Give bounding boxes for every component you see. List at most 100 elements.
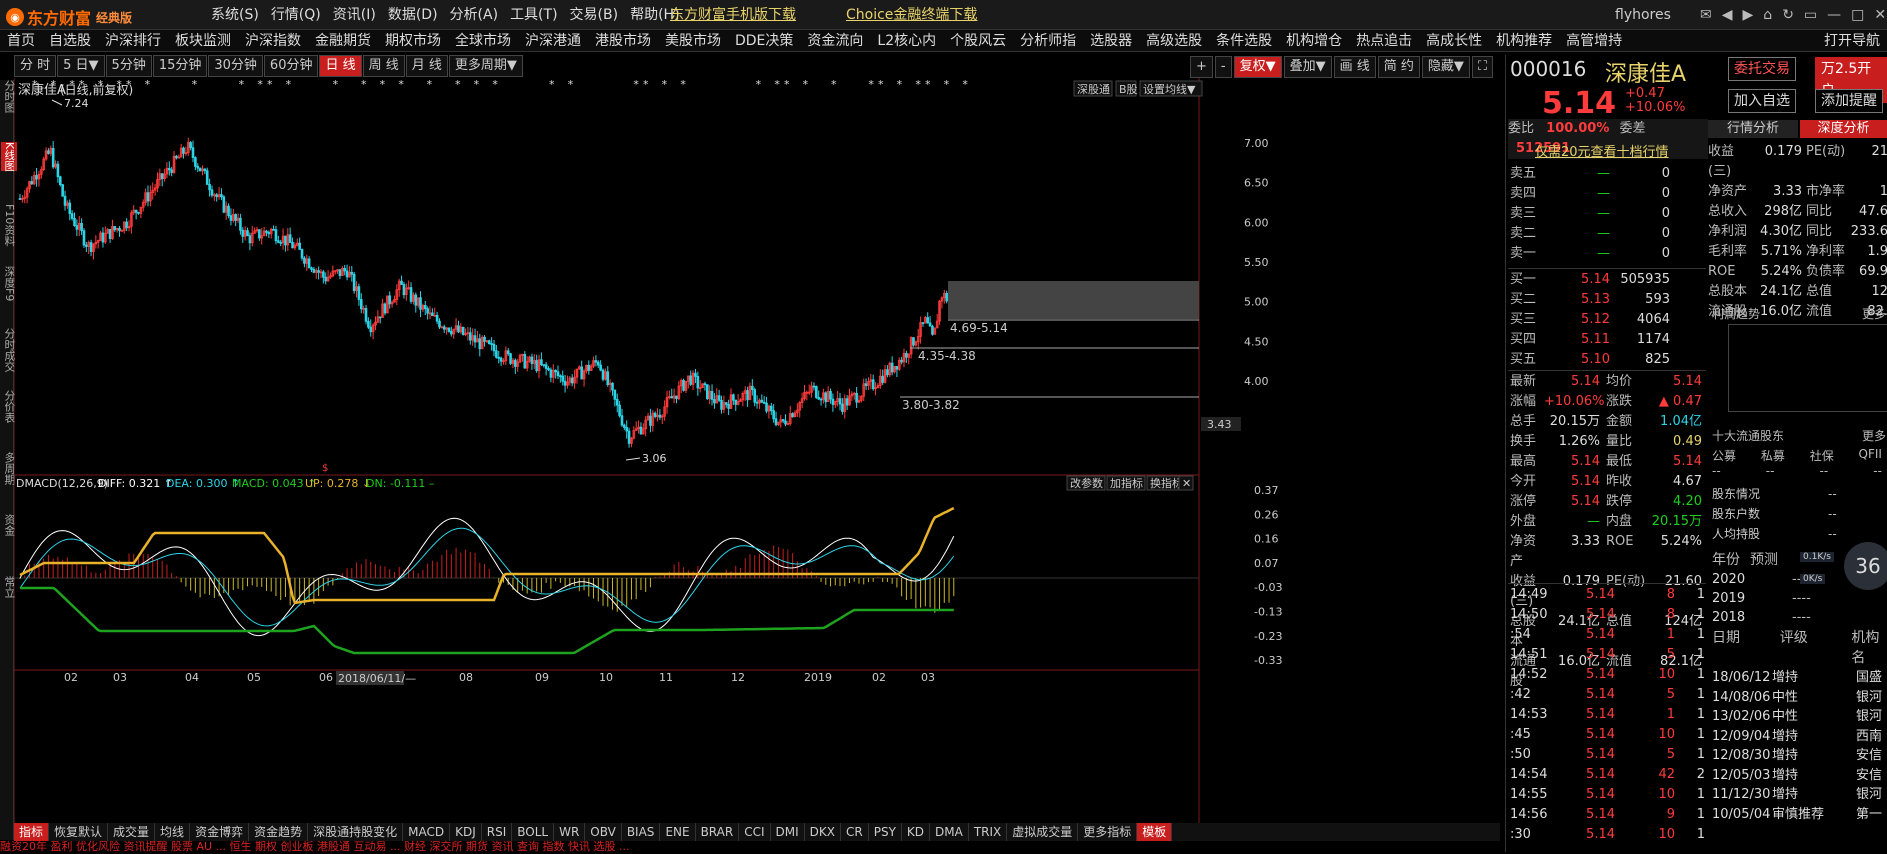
indicator-tab[interactable]: DMA (930, 823, 969, 841)
nav-item[interactable]: 期权市场 (378, 30, 448, 51)
nav-item[interactable]: 全球市场 (448, 30, 518, 51)
indicator-tab[interactable]: 虚拟成交量 (1007, 823, 1079, 841)
menu-analysis[interactable]: 分析(A) (444, 0, 505, 30)
period-tab[interactable]: 60分钟 (263, 55, 319, 77)
profit-trend-more-link[interactable]: 更多 (1862, 305, 1886, 322)
indicator-tab[interactable]: CR (841, 823, 869, 841)
candle-body (457, 325, 460, 333)
nav-item[interactable]: 沪深港通 (518, 30, 588, 51)
holders-row: 股东情况 -- (1712, 487, 1837, 501)
kline-chart-area[interactable]: 深康佳A (日线,前复权) 深股通 B股 设置均线▼ 7.00 6.50 6.00 5.50 5.… (14, 78, 1500, 826)
speed-ball[interactable]: 36 (1844, 542, 1887, 590)
nav-item[interactable]: 港股市场 (588, 30, 658, 51)
trade-button[interactable]: 委托交易 (1728, 57, 1796, 81)
nav-item[interactable]: 条件选股 (1209, 30, 1279, 51)
period-tab[interactable]: 月 线 (405, 55, 448, 77)
tab-deep-analysis[interactable]: 深度分析 (1800, 120, 1887, 138)
event-marker: * (643, 78, 649, 91)
minimize-icon[interactable]: — (1827, 0, 1841, 30)
event-marker: * (925, 78, 931, 91)
date-tick: 2019 (804, 671, 832, 684)
nav-item[interactable]: L2核心内 (870, 30, 943, 51)
holders-more-link[interactable]: 更多 (1862, 427, 1886, 444)
mail-icon[interactable]: ✉ (1700, 0, 1712, 30)
refresh-icon[interactable]: ↻ (1782, 0, 1794, 30)
period-tab[interactable]: 分 时 (14, 55, 57, 77)
add-watchlist-button[interactable]: 加入自选 (1728, 89, 1796, 113)
maximize-icon[interactable]: □ (1851, 0, 1864, 30)
add-alert-button[interactable]: 添加提醒 (1815, 89, 1883, 113)
nav-item[interactable]: 热点追击 (1349, 30, 1419, 51)
chart-tool-button[interactable]: 简 约 (1377, 56, 1420, 78)
period-tab[interactable]: 更多周期▼ (448, 55, 523, 77)
event-marker: * (455, 78, 461, 91)
nav-item[interactable]: 机构推荐 (1489, 30, 1559, 51)
nav-item[interactable]: 沪深排行 (98, 30, 168, 51)
chart-tool-button[interactable]: 复权▼ (1233, 56, 1282, 78)
period-tab[interactable]: 30分钟 (208, 55, 263, 77)
tab-quote-analysis[interactable]: 行情分析 (1708, 120, 1798, 138)
nav-item[interactable]: 打开导航 (1817, 30, 1887, 51)
indicator-tab[interactable]: 更多指标 (1078, 823, 1138, 841)
indicator-tab[interactable]: DMI (771, 823, 805, 841)
candle-body (594, 360, 598, 363)
kline-chart[interactable]: 深康佳A(日线,前复权) 深股通 B股 设置均线▼7.006.506.005.505.… (14, 78, 1500, 823)
mobile-download-link[interactable]: 东方财富手机版下载 (670, 7, 796, 23)
menu-trade[interactable]: 交易(B) (564, 0, 625, 30)
indicator-tab[interactable]: CCI (739, 823, 771, 841)
nav-item[interactable]: 个股风云 (943, 30, 1013, 51)
nav-item[interactable]: 金融期货 (308, 30, 378, 51)
nav-item[interactable]: 自选股 (42, 30, 98, 51)
chart-tool-button[interactable]: + (1190, 56, 1213, 78)
nav-item[interactable]: 沪深指数 (238, 30, 308, 51)
nav-item[interactable]: 首页 (0, 30, 42, 51)
restore-icon[interactable]: ▭ (1804, 0, 1817, 30)
period-tab[interactable]: 15分钟 (152, 55, 208, 77)
nav-item[interactable]: 美股市场 (658, 30, 728, 51)
close-icon[interactable]: ✕ (1874, 0, 1886, 30)
period-tab[interactable]: 日 线 (319, 55, 362, 77)
stock-name: 深康佳A (1605, 62, 1687, 87)
fin-row: 总股本 24.1亿 总值 12 (1708, 284, 1887, 299)
buy-orders: 买一 5.14 505935 买二 5.13 593 买三 5.12 4064 买四 5.11 117… (1510, 270, 1675, 370)
nav-item[interactable]: 分析师指 (1013, 30, 1083, 51)
level2-promo-link[interactable]: 仅需20元查看十档行情 (1535, 141, 1669, 160)
nav-item[interactable]: 板块监测 (168, 30, 238, 51)
menu-system[interactable]: 系统(S) (205, 0, 265, 30)
menu-data[interactable]: 数据(D) (382, 0, 444, 30)
price-tick: 5.00 (1244, 296, 1269, 309)
nav-item[interactable]: 机构增仓 (1279, 30, 1349, 51)
candle-body (710, 390, 714, 400)
nav-item[interactable]: 高管增持 (1559, 30, 1629, 51)
forward-icon[interactable]: ▶ (1743, 0, 1754, 30)
indicator-tab[interactable]: KD (902, 823, 931, 841)
period-tab[interactable]: 周 线 (362, 55, 405, 77)
chart-tool-button[interactable]: 画 线 (1333, 56, 1376, 78)
period-tab[interactable]: 5 日▼ (57, 55, 105, 77)
username[interactable]: flyhores (1615, 0, 1671, 30)
chart-tool-button[interactable]: 隐藏▼ (1421, 56, 1470, 78)
indicator-tab[interactable]: ENE (660, 823, 696, 841)
menu-tools[interactable]: 工具(T) (504, 0, 563, 30)
nav-item[interactable]: 高级选股 (1139, 30, 1209, 51)
back-icon[interactable]: ◀ (1722, 0, 1733, 30)
menu-quote[interactable]: 行情(Q) (265, 0, 327, 30)
indicator-tab[interactable]: PSY (869, 823, 902, 841)
indicator-tab[interactable]: DKX (805, 823, 841, 841)
menu-info[interactable]: 资讯(I) (327, 0, 382, 30)
choice-download-link[interactable]: Choice金融终端下载 (846, 7, 977, 23)
event-marker: * (944, 78, 950, 91)
dea-line (19, 527, 955, 627)
nav-item[interactable]: 资金流向 (800, 30, 870, 51)
period-tab[interactable]: 5分钟 (105, 55, 152, 77)
nav-item[interactable]: 高成长性 (1419, 30, 1489, 51)
chart-tool-button[interactable]: - (1214, 56, 1232, 78)
indicator-tab[interactable]: TRIX (969, 823, 1008, 841)
chart-tool-button[interactable]: ⛶ (1471, 56, 1493, 78)
nav-item[interactable]: DDE决策 (728, 30, 800, 51)
chart-tool-button[interactable]: 叠加▼ (1283, 56, 1332, 78)
home-icon[interactable]: ⌂ (1763, 0, 1772, 30)
nav-item[interactable]: 选股器 (1083, 30, 1139, 51)
indicator-tab[interactable]: 模板 (1137, 823, 1173, 841)
indicator-tab[interactable]: BRAR (696, 823, 740, 841)
